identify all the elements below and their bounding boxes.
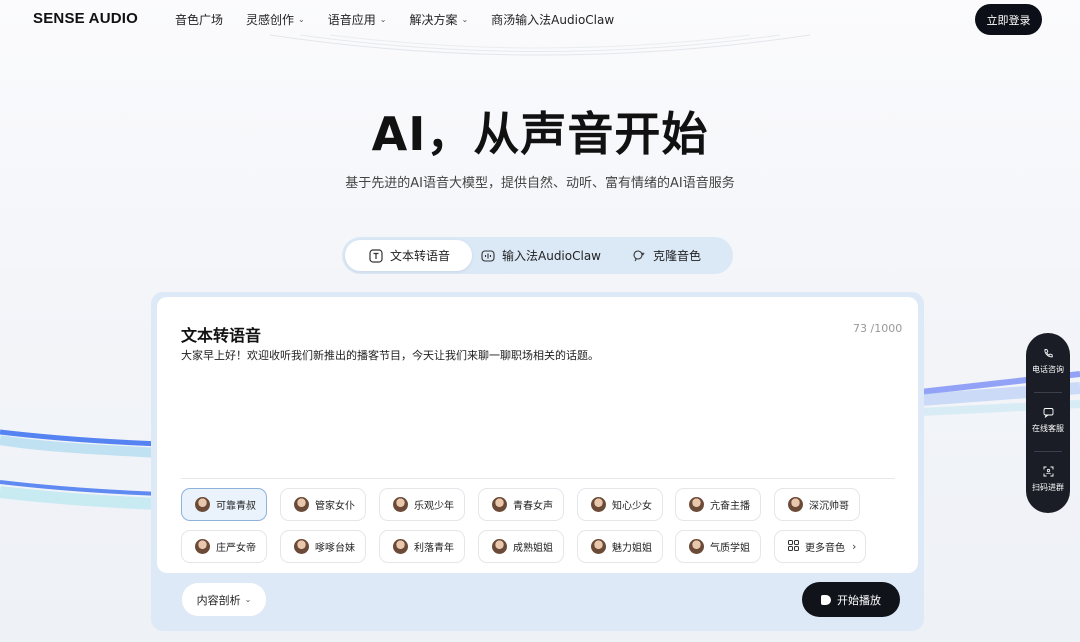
brand-logo[interactable]: SENSE AUDIO: [33, 10, 138, 27]
scan-join-group-button[interactable]: 扫码进群: [1026, 466, 1070, 493]
voice-option[interactable]: 魅力姐姐: [577, 530, 663, 563]
chevron-down-icon: ⌄: [379, 15, 387, 24]
avatar: [591, 497, 606, 512]
voice-label: 嗲嗲台妹: [315, 543, 355, 554]
chevron-down-icon: ⌄: [244, 595, 252, 604]
play-label: 开始播放: [837, 593, 881, 607]
editor-divider: [181, 478, 895, 479]
chevron-right-icon: ›: [852, 540, 857, 553]
main-nav: 音色广场 灵感创作 ⌄ 语音应用 ⌄ 解决方案 ⌄ 商汤输入法AudioClaw: [175, 11, 637, 28]
character-count: 73 /1000: [853, 322, 903, 335]
avatar: [492, 539, 507, 554]
voice-label: 知心少女: [612, 501, 652, 512]
hero-subtitle: 基于先进的AI语音大模型，提供自然、动听、富有情绪的AI语音服务: [345, 176, 735, 191]
tab-clone-voice[interactable]: 克隆音色: [632, 240, 727, 271]
voice-label: 管家女仆: [315, 501, 355, 512]
text-icon: [369, 248, 383, 263]
avatar: [294, 539, 309, 554]
start-play-button[interactable]: 开始播放: [802, 582, 900, 617]
nav-item-voice-apps[interactable]: 语音应用 ⌄: [328, 11, 387, 28]
avatar: [689, 539, 704, 554]
voice-label: 利落青年: [414, 543, 454, 554]
avatar: [591, 539, 606, 554]
avatar: [393, 497, 408, 512]
voice-option[interactable]: 深沉帅哥: [774, 488, 860, 521]
avatar: [788, 497, 803, 512]
voice-label: 气质学姐: [710, 543, 750, 554]
floating-contact-panel: 电话咨询 在线客服 扫码进群: [1026, 333, 1070, 513]
avatar: [294, 497, 309, 512]
voice-option[interactable]: 嗲嗲台妹: [280, 530, 366, 563]
left-wave-decoration: [0, 429, 160, 510]
voice-option[interactable]: 青春女声: [478, 488, 564, 521]
qr-scan-icon: [1026, 466, 1070, 478]
nav-item-inspiration[interactable]: 灵感创作 ⌄: [246, 11, 305, 28]
voice-option[interactable]: 气质学姐: [675, 530, 761, 563]
voice-label: 深沉帅哥: [809, 501, 849, 512]
avatar: [689, 497, 704, 512]
voice-option[interactable]: 可靠青叔: [181, 488, 267, 521]
phone-consult-button[interactable]: 电话咨询: [1026, 348, 1070, 375]
voice-label: 乐观少年: [414, 501, 454, 512]
nav-label: 灵感创作: [246, 13, 295, 27]
avatar: [195, 539, 210, 554]
chevron-down-icon: ⌄: [461, 15, 469, 24]
content-analysis-dropdown[interactable]: 内容剖析 ⌄: [182, 583, 266, 616]
chevron-down-icon: ⌄: [298, 15, 305, 24]
hero-title: AI，从声音开始: [371, 107, 709, 161]
divider: [1034, 451, 1062, 452]
voice-label: 魅力姐姐: [612, 543, 652, 554]
avatar: [492, 497, 507, 512]
voice-option[interactable]: 庄严女帝: [181, 530, 267, 563]
voice-option[interactable]: 乐观少年: [379, 488, 465, 521]
editor-title: 文本转语音: [181, 326, 262, 345]
text-input[interactable]: 大家早上好！欢迎收听我们新推出的播客节目，今天让我们来聊一聊职场相关的话题。: [181, 347, 881, 363]
feature-tabs: 文本转语音 输入法AudioClaw 克隆音色: [342, 237, 733, 274]
top-nav-bar: SENSE AUDIO 音色广场 灵感创作 ⌄ 语音应用 ⌄ 解决方案 ⌄ 商汤…: [0, 0, 1080, 40]
more-voices-label: 更多音色: [805, 543, 845, 554]
analysis-label: 内容剖析: [196, 593, 241, 607]
voice-label: 成熟姐姐: [513, 543, 553, 554]
avatar: [393, 539, 408, 554]
online-service-button[interactable]: 在线客服: [1026, 407, 1070, 434]
side-label: 扫码进群: [1032, 483, 1064, 492]
waveform-icon: [481, 249, 495, 263]
nav-label: 音色广场: [175, 13, 224, 27]
tab-label: 文本转语音: [390, 249, 451, 263]
clone-voice-icon: [632, 249, 646, 263]
nav-item-solutions[interactable]: 解决方案 ⌄: [409, 11, 468, 28]
nav-label: 语音应用: [327, 13, 376, 27]
voice-label: 可靠青叔: [216, 501, 256, 512]
grid-icon: [788, 539, 799, 554]
voice-option[interactable]: 利落青年: [379, 530, 465, 563]
avatar: [195, 497, 210, 512]
voice-option[interactable]: 知心少女: [577, 488, 663, 521]
voice-option[interactable]: 亢奋主播: [675, 488, 761, 521]
divider: [1034, 392, 1062, 393]
nav-item-voice-plaza[interactable]: 音色广场: [175, 11, 223, 28]
more-voices-button[interactable]: 更多音色 ›: [774, 530, 866, 563]
nav-label: 商汤输入法AudioClaw: [491, 13, 615, 27]
nav-item-audioclaw[interactable]: 商汤输入法AudioClaw: [491, 11, 614, 28]
side-label: 在线客服: [1032, 424, 1064, 433]
voice-option[interactable]: 成熟姐姐: [478, 530, 564, 563]
voice-label: 亢奋主播: [710, 501, 750, 512]
voice-option[interactable]: 管家女仆: [280, 488, 366, 521]
tab-audioclaw[interactable]: 输入法AudioClaw: [481, 240, 621, 271]
play-icon: [821, 594, 831, 605]
nav-label: 解决方案: [409, 13, 458, 27]
tab-label: 输入法AudioClaw: [502, 249, 601, 263]
login-button[interactable]: 立即登录: [975, 4, 1042, 35]
tab-label: 克隆音色: [653, 249, 702, 263]
voice-label: 庄严女帝: [216, 543, 256, 554]
voice-label: 青春女声: [513, 501, 553, 512]
phone-icon: [1026, 348, 1070, 360]
side-label: 电话咨询: [1032, 365, 1064, 374]
tab-text-to-speech[interactable]: 文本转语音: [345, 240, 472, 271]
chat-icon: [1026, 407, 1070, 419]
